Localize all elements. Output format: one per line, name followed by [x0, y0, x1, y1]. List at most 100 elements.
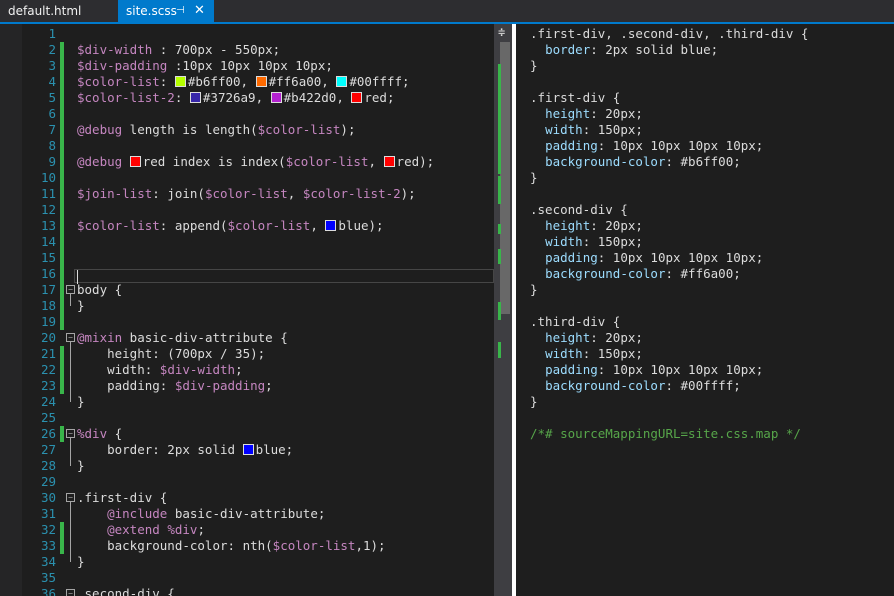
code-line[interactable]: 29	[0, 474, 494, 490]
code-text: @include basic-div-attribute;	[107, 506, 326, 521]
pin-icon[interactable]: ⊣	[176, 0, 185, 22]
fold-toggle-icon[interactable]: −	[66, 285, 75, 294]
css-line[interactable]: .first-div {	[530, 90, 620, 106]
code-text: %div {	[77, 426, 123, 441]
line-number: 33	[40, 538, 56, 553]
change-marker	[60, 138, 64, 154]
code-line[interactable]: 19	[0, 314, 494, 330]
line-number: 18	[40, 298, 56, 313]
line-number: 27	[40, 442, 56, 457]
css-line[interactable]: width: 150px;	[530, 122, 643, 138]
css-line[interactable]: .third-div {	[530, 314, 620, 330]
change-marker	[60, 202, 64, 218]
code-line[interactable]: 24}	[0, 394, 494, 410]
code-line[interactable]: 11 $join-list: join($color-list, $color-l…	[0, 186, 494, 202]
code-text: $color-list: append($color-list, blue);	[77, 218, 384, 233]
css-line[interactable]: }	[530, 282, 538, 298]
line-number: 22	[40, 362, 56, 377]
css-line[interactable]: height: 20px;	[530, 106, 643, 122]
change-marker	[60, 218, 64, 234]
css-line[interactable]: padding: 10px 10px 10px 10px;	[530, 250, 763, 266]
css-line[interactable]: /*# sourceMappingURL=site.css.map */	[530, 426, 801, 442]
code-line[interactable]: 27 border: 2px solid blue;	[0, 442, 494, 458]
css-line[interactable]: padding: 10px 10px 10px 10px;	[530, 138, 763, 154]
code-text: padding: $div-padding;	[77, 378, 273, 393]
code-line[interactable]: 31 @include basic-div-attribute;	[0, 506, 494, 522]
code-line[interactable]: 3 $div-padding :10px 10px 10px 10px;	[0, 58, 494, 74]
fold-toggle-icon[interactable]: −	[66, 589, 75, 596]
code-line[interactable]: 6	[0, 106, 494, 122]
css-line[interactable]: width: 150px;	[530, 234, 643, 250]
code-line[interactable]: 25	[0, 410, 494, 426]
line-number: 26	[40, 426, 56, 441]
code-line[interactable]: 5 $color-list-2: #3726a9, #b422d0, red;	[0, 90, 494, 106]
color-swatch	[129, 156, 141, 167]
code-line[interactable]: 32 @extend %div;	[0, 522, 494, 538]
code-line[interactable]: 28}	[0, 458, 494, 474]
fold-toggle-icon[interactable]: −	[66, 493, 75, 502]
code-text: @mixin basic-div-attribute {	[77, 330, 288, 345]
line-number: 20	[40, 330, 56, 345]
change-marker	[60, 522, 64, 538]
code-line[interactable]: 22 width: $div-width;	[0, 362, 494, 378]
code-text: $join-list: join($color-list, $color-lis…	[77, 186, 416, 201]
fold-toggle-icon[interactable]: −	[66, 333, 75, 342]
css-line[interactable]: }	[530, 58, 538, 74]
css-line[interactable]: background-color: #b6ff00;	[530, 154, 741, 170]
line-number: 16	[40, 266, 56, 281]
css-line[interactable]: }	[530, 170, 538, 186]
code-line[interactable]: 1	[0, 26, 494, 42]
code-line[interactable]: 13 $color-list: append($color-list, blue)…	[0, 218, 494, 234]
close-icon[interactable]: ✕	[194, 0, 205, 22]
line-number: 8	[48, 138, 56, 153]
code-line[interactable]: 8	[0, 138, 494, 154]
code-line[interactable]: 17 − body {	[0, 282, 494, 298]
tab-site-scss[interactable]: site.scss ⊣ ✕	[118, 0, 214, 22]
tab-label: site.scss	[126, 4, 177, 18]
code-line[interactable]: 2 $div-width : 700px - 550px;	[0, 42, 494, 58]
code-line[interactable]: 7 @debug length is length($color-list);	[0, 122, 494, 138]
code-line[interactable]: 33 background-color: nth($color-list,1);	[0, 538, 494, 554]
code-line[interactable]: 15	[0, 250, 494, 266]
code-line[interactable]: 10	[0, 170, 494, 186]
code-line[interactable]: 4 $color-list: #b6ff00, #ff6a00, #00ffff;	[0, 74, 494, 90]
line-number: 10	[40, 170, 56, 185]
code-line[interactable]: 14	[0, 234, 494, 250]
color-swatch	[255, 76, 267, 87]
code-line[interactable]: 20 − @mixin basic-div-attribute {	[0, 330, 494, 346]
css-line[interactable]: background-color: #ff6a00;	[530, 266, 741, 282]
code-line[interactable]: 18}	[0, 298, 494, 314]
css-line[interactable]: .second-div {	[530, 202, 628, 218]
css-line[interactable]: }	[530, 394, 538, 410]
code-line[interactable]: 36 − .second-div {	[0, 586, 494, 596]
tab-default-html[interactable]: default.html	[0, 0, 118, 22]
code-line[interactable]: 16	[0, 266, 494, 282]
code-line[interactable]: 21 height: (700px / 35);	[0, 346, 494, 362]
css-line[interactable]: padding: 10px 10px 10px 10px;	[530, 362, 763, 378]
scss-editor[interactable]: ≑ 1 2 $div-width : 700px - 550px; 3 $div-pad…	[0, 24, 512, 596]
css-line[interactable]: background-color: #00ffff;	[530, 378, 741, 394]
fold-toggle-icon[interactable]: −	[66, 429, 75, 438]
css-line[interactable]: .first-div, .second-div, .third-div {	[530, 26, 808, 42]
css-line[interactable]: height: 20px;	[530, 218, 643, 234]
code-line[interactable]: 35	[0, 570, 494, 586]
code-line[interactable]: 30 − .first-div {	[0, 490, 494, 506]
code-text: }	[77, 298, 85, 313]
css-line[interactable]: width: 150px;	[530, 346, 643, 362]
css-output-pane[interactable]: .first-div, .second-div, .third-div { bo…	[516, 24, 894, 596]
code-text: .first-div {	[77, 490, 168, 505]
fold-guide	[70, 342, 71, 402]
scrollbar-thumb[interactable]	[500, 42, 510, 314]
scrollbar-change-mark	[498, 342, 501, 358]
color-swatch	[351, 92, 363, 103]
code-line[interactable]: 23 padding: $div-padding;	[0, 378, 494, 394]
css-line[interactable]: height: 20px;	[530, 330, 643, 346]
code-line[interactable]: 9 @debug red index is index($color-list, …	[0, 154, 494, 170]
css-line[interactable]: border: 2px solid blue;	[530, 42, 718, 58]
line-number: 30	[40, 490, 56, 505]
split-icon[interactable]: ≑	[498, 26, 505, 38]
line-number: 24	[40, 394, 56, 409]
code-line[interactable]: 26 − %div {	[0, 426, 494, 442]
code-line[interactable]: 12	[0, 202, 494, 218]
code-line[interactable]: 34}	[0, 554, 494, 570]
